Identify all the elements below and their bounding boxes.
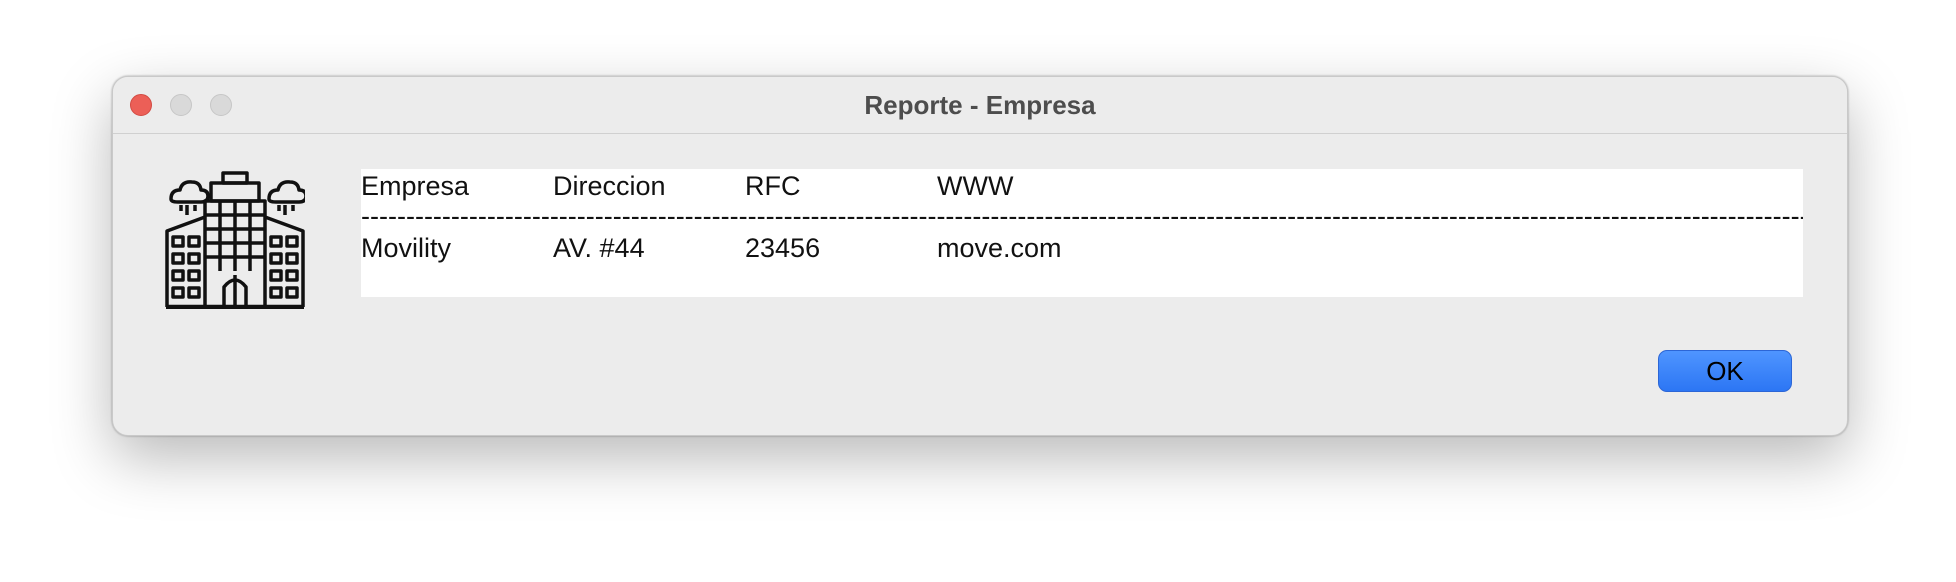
column-header-empresa: Empresa: [361, 171, 470, 201]
report-divider-line: ----------------------------------------…: [361, 203, 1803, 229]
cell-empresa: Movility: [361, 233, 452, 263]
report-data-row: Movility AV. #44 23456 move.com: [361, 231, 1803, 265]
column-header-rfc: RFC: [745, 171, 801, 201]
column-header-www: WWW: [937, 171, 1014, 201]
report-dialog-window: Reporte - Empresa Empresa Direccion RFC …: [112, 76, 1848, 436]
cell-direccion: AV. #44: [553, 233, 645, 263]
title-bar[interactable]: Reporte - Empresa: [113, 77, 1847, 134]
report-header-row: Empresa Direccion RFC WWW: [361, 169, 1803, 203]
report-text-area: Empresa Direccion RFC WWW --------------…: [361, 169, 1803, 297]
cell-rfc: 23456: [745, 233, 821, 263]
cell-www: move.com: [937, 233, 1062, 263]
window-title: Reporte - Empresa: [864, 90, 1096, 120]
office-building-icon: [165, 169, 308, 310]
ok-button[interactable]: OK: [1658, 350, 1792, 392]
column-header-direccion: Direccion: [553, 171, 666, 201]
